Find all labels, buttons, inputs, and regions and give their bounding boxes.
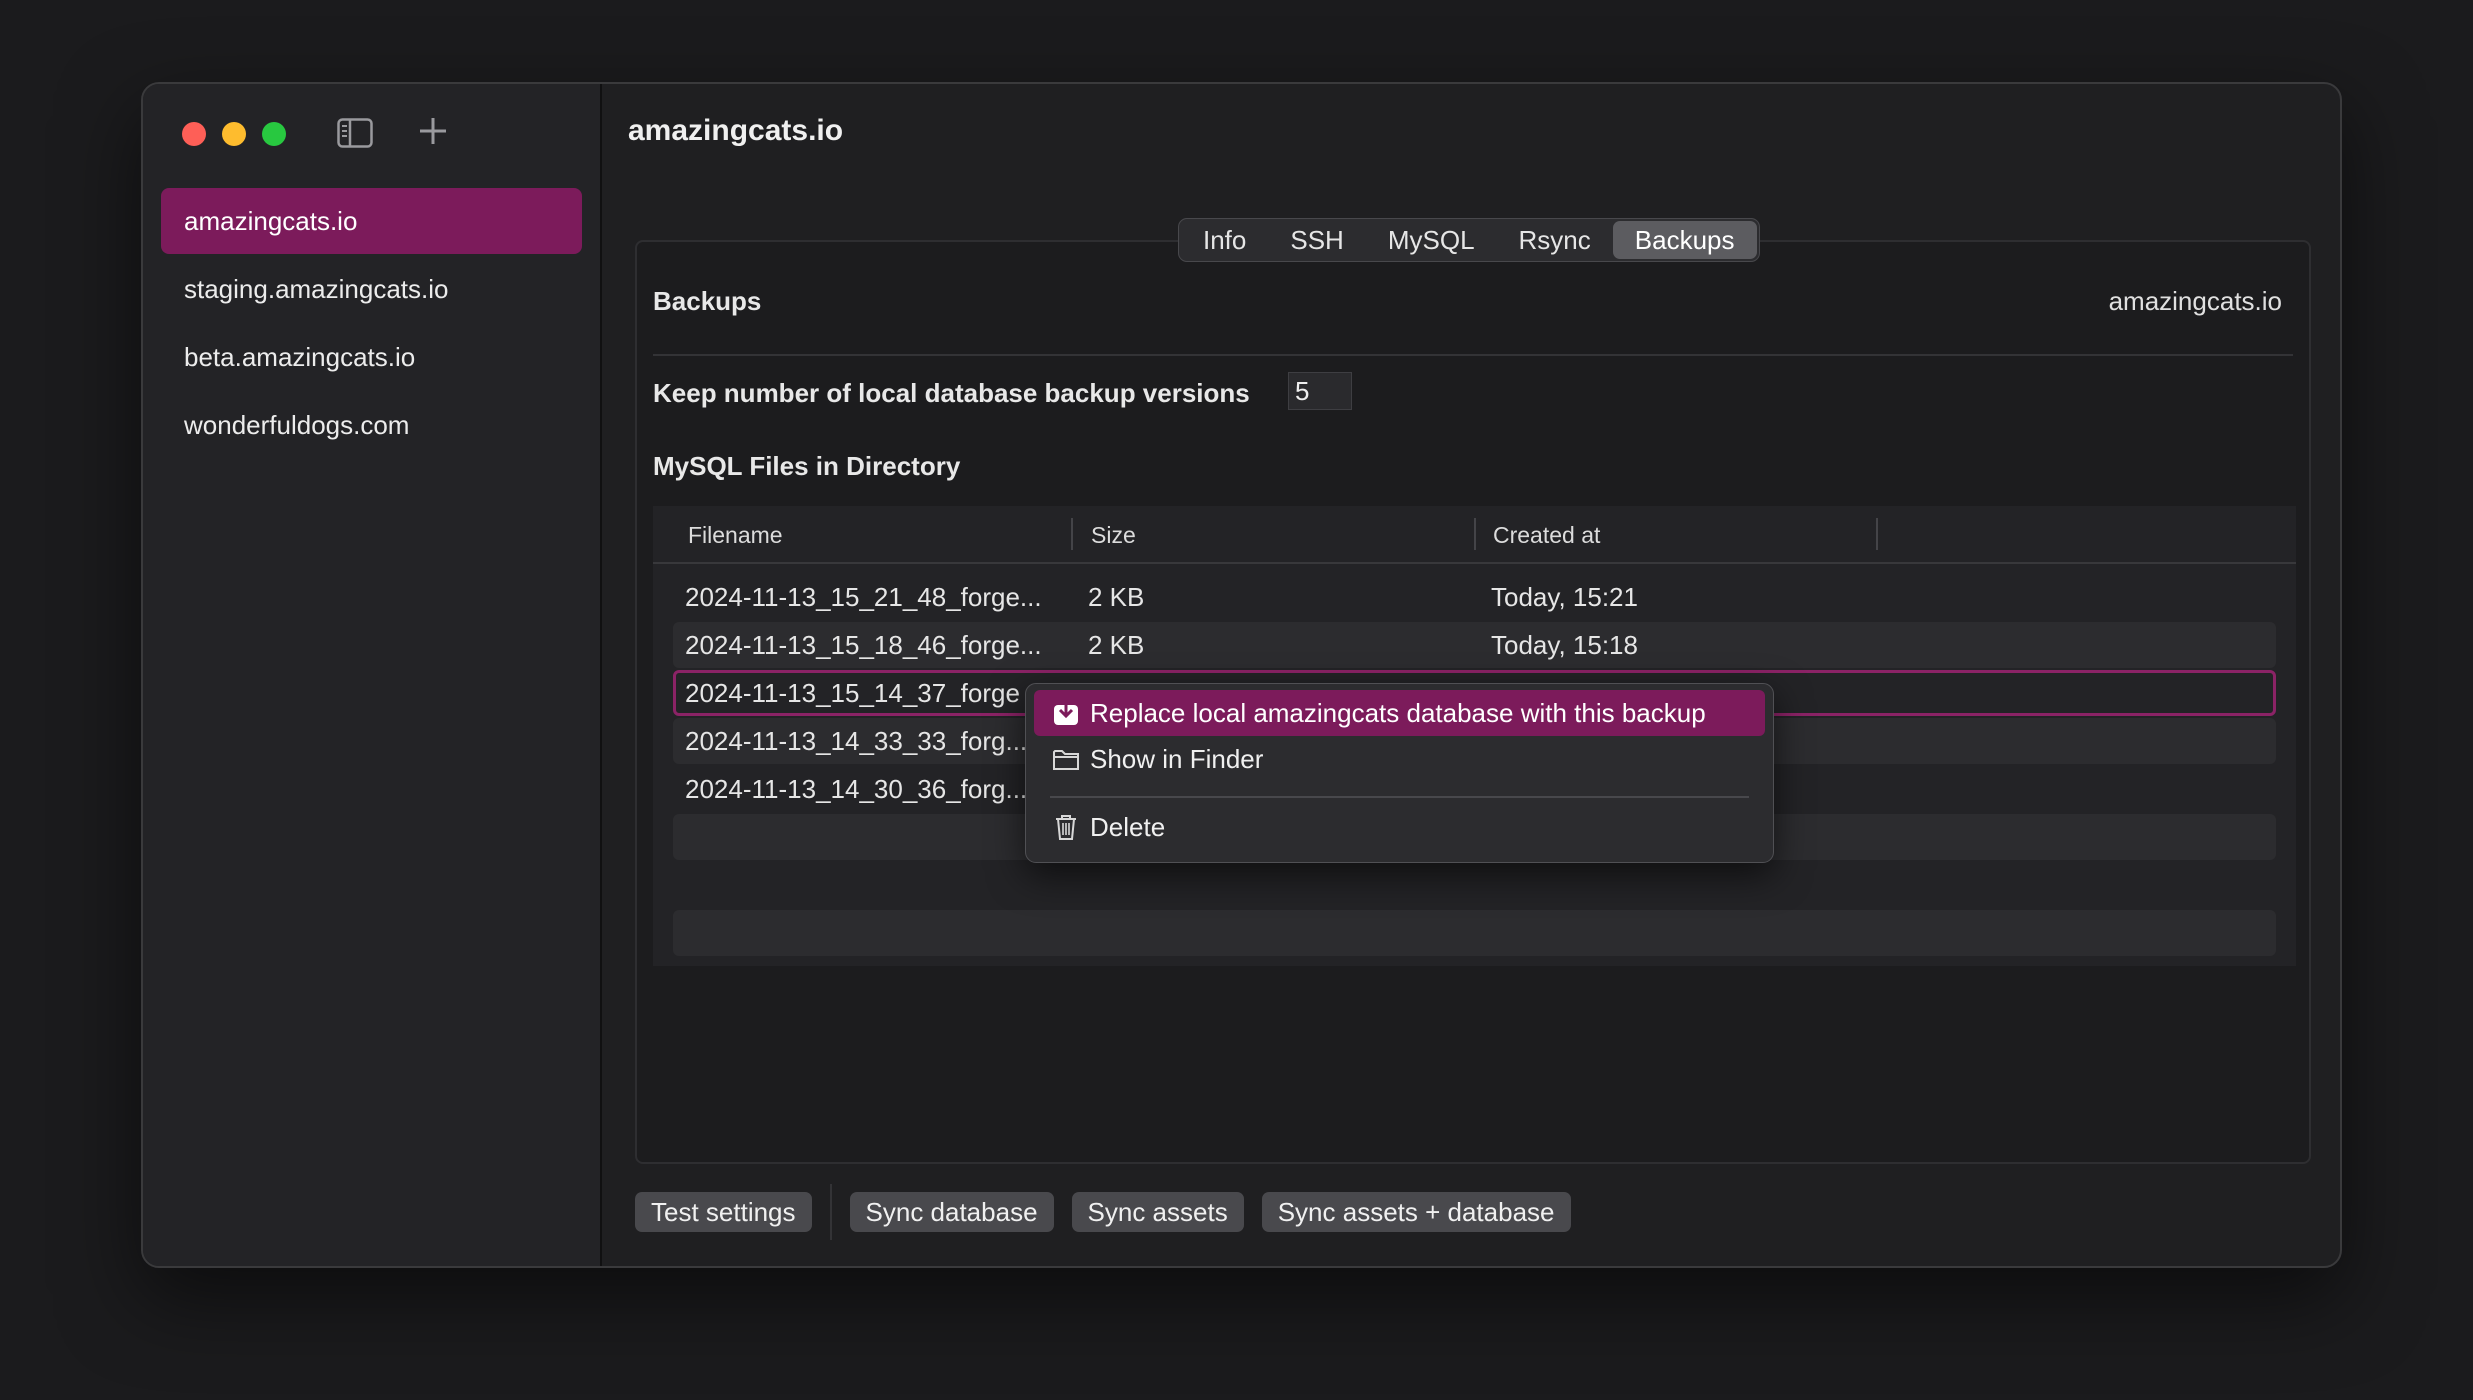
toolbar-separator (829, 1184, 832, 1240)
minimize-window-button[interactable] (222, 122, 246, 146)
cell-created: Today, 15:18 (1491, 630, 1638, 660)
context-menu: Replace local amazingcats database with … (1025, 683, 1774, 863)
column-header-size[interactable]: Size (1091, 522, 1136, 549)
keep-versions-label: Keep number of local database backup ver… (653, 378, 1250, 408)
cell-filename: 2024-11-13_15_18_46_forge... (685, 630, 1042, 660)
plus-icon[interactable] (417, 114, 449, 148)
menu-item-label: Delete (1090, 812, 1166, 842)
section-title: Backups (653, 286, 762, 316)
menu-item-label: Replace local amazingcats database with … (1090, 698, 1706, 728)
table-header: Filename Size Created at (653, 506, 2296, 564)
empty-row (673, 910, 2276, 956)
cell-filename: 2024-11-13_14_30_36_forg... (685, 774, 1028, 804)
cell-filename: 2024-11-13_14_33_33_forg... (685, 726, 1028, 756)
column-header-filename[interactable]: Filename (688, 522, 783, 549)
menu-item-show-in-finder[interactable]: Show in Finder (1034, 736, 1765, 782)
column-header-created[interactable]: Created at (1493, 522, 1600, 549)
sync-assets-button[interactable]: Sync assets (1071, 1192, 1244, 1232)
cell-size: 2 KB (1088, 630, 1145, 660)
menu-separator (1050, 796, 1749, 798)
site-name-label: amazingcats.io (2108, 286, 2282, 316)
cell-filename: 2024-11-13_15_14_37_forge (685, 678, 1020, 708)
page-title: amazingcats.io (628, 114, 844, 147)
menu-item-delete[interactable]: Delete (1034, 804, 1765, 850)
app-window: amazingcats.io staging.amazingcats.io be… (141, 82, 2342, 1268)
tab-ssh[interactable]: SSH (1268, 221, 1365, 259)
close-window-button[interactable] (182, 122, 206, 146)
sidebar-item-beta-amazingcats[interactable]: beta.amazingcats.io (161, 324, 582, 390)
zoom-window-button[interactable] (262, 122, 286, 146)
tab-rsync[interactable]: Rsync (1497, 221, 1613, 259)
menu-item-replace-database[interactable]: Replace local amazingcats database with … (1034, 690, 1765, 736)
sidebar-item-wonderfuldogs[interactable]: wonderfuldogs.com (161, 392, 582, 458)
table-row[interactable]: 2024-11-13_15_18_46_forge... 2 KB Today,… (673, 622, 2276, 668)
keep-versions-field[interactable]: 5 (1288, 372, 1352, 410)
key-icon[interactable] (2332, 110, 2340, 154)
tab-info[interactable]: Info (1181, 221, 1268, 259)
sync-database-button[interactable]: Sync database (849, 1192, 1054, 1232)
tab-mysql[interactable]: MySQL (1366, 221, 1497, 259)
tab-backups[interactable]: Backups (1612, 221, 1757, 259)
sidebar-toggle-icon[interactable] (337, 118, 373, 148)
column-separator[interactable] (1474, 518, 1476, 550)
column-separator[interactable] (1876, 518, 1878, 550)
cell-size: 2 KB (1088, 582, 1145, 612)
table-row[interactable]: 2024-11-13_15_21_48_forge... 2 KB Today,… (673, 574, 2276, 620)
column-separator[interactable] (1071, 518, 1073, 550)
files-section-title: MySQL Files in Directory (653, 451, 961, 481)
menu-item-label: Show in Finder (1090, 744, 1264, 774)
test-settings-button[interactable]: Test settings (635, 1192, 812, 1232)
sidebar-item-staging-amazingcats[interactable]: staging.amazingcats.io (161, 256, 582, 322)
sync-assets-database-button[interactable]: Sync assets + database (1261, 1192, 1571, 1232)
action-toolbar: Test settings Sync database Sync assets … (635, 1184, 1571, 1240)
folder-icon (1052, 745, 1080, 773)
cell-created: Today, 15:21 (1491, 582, 1638, 612)
cell-filename: 2024-11-13_15_21_48_forge... (685, 582, 1042, 612)
trash-icon (1052, 813, 1080, 841)
download-database-icon (1052, 699, 1080, 727)
section-divider (653, 354, 2293, 356)
sidebar: amazingcats.io staging.amazingcats.io be… (143, 84, 602, 1266)
sidebar-item-amazingcats[interactable]: amazingcats.io (161, 188, 582, 254)
tab-bar: Info SSH MySQL Rsync Backups (1178, 218, 1760, 262)
main-content: amazingcats.io Backups amazingcats.io Ke… (602, 84, 2340, 1266)
